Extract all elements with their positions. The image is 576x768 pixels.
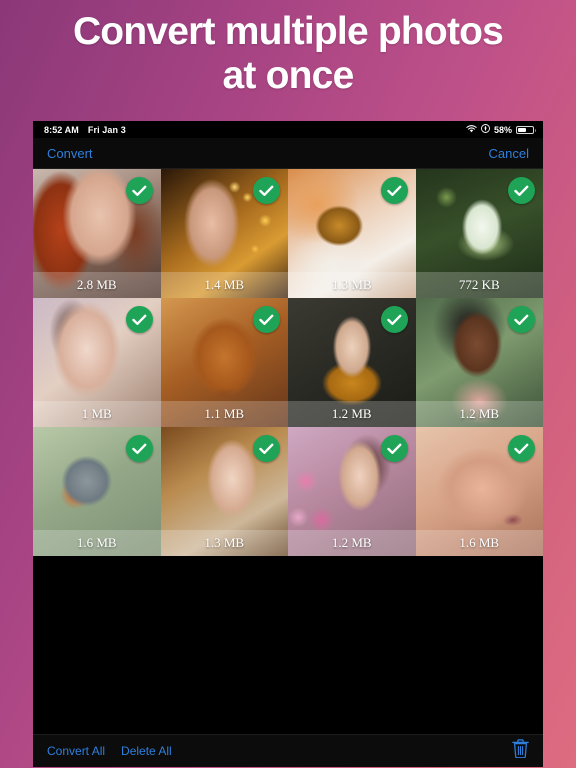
photo-size-label: 1.3 MB (160, 530, 288, 556)
status-bar-right: 58% (466, 124, 536, 135)
battery-icon (516, 125, 536, 134)
selected-check-icon[interactable] (380, 306, 408, 333)
location-icon (481, 124, 490, 135)
photo-size-label: 1.3 MB (288, 272, 416, 298)
selected-check-icon[interactable] (253, 306, 280, 333)
photo-size-label: 1.4 MB (160, 272, 288, 298)
photo-size-label: 772 KB (415, 272, 543, 298)
nav-bar: Convert Cancel (33, 138, 543, 169)
photo-cell[interactable]: 1.2 MB (415, 298, 543, 427)
bottom-toolbar: Convert All Delete All (33, 734, 543, 767)
photo-size-label: 1.2 MB (288, 530, 416, 556)
delete-all-button[interactable]: Delete All (121, 744, 172, 758)
promo-line-2: at once (222, 53, 355, 97)
photo-size-label: 2.8 MB (33, 272, 161, 298)
status-bar-left: 8:52 AM Fri Jan 3 (44, 125, 126, 135)
status-date: Fri Jan 3 (87, 124, 126, 135)
photo-cell[interactable]: 1.6 MB (33, 427, 161, 556)
promo-headline: Convert multiple photos at once (0, 10, 576, 97)
photo-size-label: 1 MB (33, 401, 161, 427)
photo-cell[interactable]: 772 KB (415, 169, 543, 298)
photo-cell[interactable]: 1.4 MB (160, 169, 288, 298)
selected-check-icon[interactable] (380, 177, 408, 204)
photo-cell[interactable]: 1.3 MB (160, 427, 288, 556)
selected-check-icon[interactable] (508, 306, 535, 333)
battery-percent-label: 58% (493, 124, 512, 135)
selected-check-icon[interactable] (380, 435, 408, 462)
selected-check-icon[interactable] (253, 177, 280, 204)
photo-cell[interactable]: 1.6 MB (415, 427, 543, 556)
photo-size-label: 1.2 MB (288, 401, 416, 427)
photo-cell[interactable]: 1.3 MB (288, 169, 416, 298)
photo-grid: 2.8 MB 1.4 MB 1.3 MB 772 KB 1 MB 1.1 MB … (33, 169, 543, 556)
selected-check-icon[interactable] (125, 435, 153, 462)
selected-check-icon[interactable] (125, 177, 153, 204)
trash-icon[interactable] (512, 739, 529, 763)
photo-size-label: 1.6 MB (415, 530, 543, 556)
photo-cell[interactable]: 1.2 MB (288, 298, 416, 427)
selected-check-icon[interactable] (508, 435, 535, 462)
device-screen: 8:52 AM Fri Jan 3 58% Convert Cancel 2.8… (33, 121, 543, 767)
selected-check-icon[interactable] (125, 306, 153, 333)
photo-cell[interactable]: 1.2 MB (288, 427, 416, 556)
status-bar: 8:52 AM Fri Jan 3 58% (33, 121, 543, 138)
photo-size-label: 1.2 MB (415, 401, 543, 427)
status-time: 8:52 AM (44, 124, 79, 135)
cancel-button[interactable]: Cancel (489, 146, 529, 161)
photo-cell[interactable]: 2.8 MB (33, 169, 161, 298)
photo-cell[interactable]: 1.1 MB (160, 298, 288, 427)
selected-check-icon[interactable] (508, 177, 535, 204)
photo-size-label: 1.1 MB (160, 401, 288, 427)
convert-all-button[interactable]: Convert All (47, 744, 105, 758)
photo-cell[interactable]: 1 MB (33, 298, 161, 427)
selected-check-icon[interactable] (253, 435, 280, 462)
convert-button[interactable]: Convert (47, 146, 93, 161)
promo-line-1: Convert multiple photos (72, 10, 504, 53)
wifi-icon (466, 124, 477, 135)
photo-size-label: 1.6 MB (33, 530, 161, 556)
